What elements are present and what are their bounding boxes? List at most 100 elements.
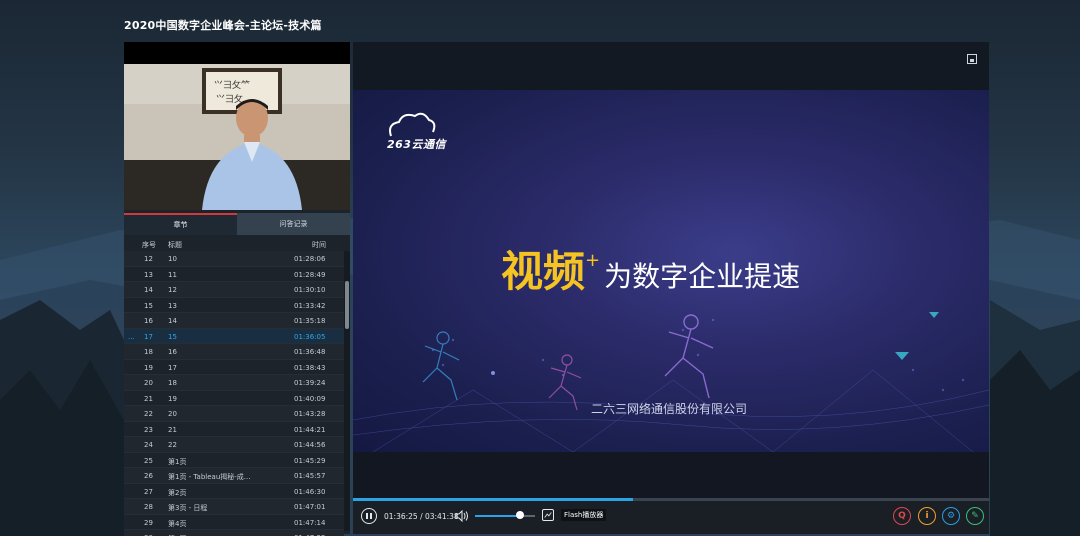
chapter-time: 01:40:09 bbox=[294, 394, 326, 403]
chapter-time: 01:43:28 bbox=[294, 410, 326, 418]
chapter-title: 第4页 bbox=[168, 519, 187, 528]
chapter-index: 18 bbox=[144, 348, 153, 356]
svg-text:⺍⺕⺙⺮: ⺍⺕⺙⺮ bbox=[214, 79, 250, 91]
current-time: 01:36:25 bbox=[384, 512, 418, 521]
settings-icon[interactable]: ⚙ bbox=[942, 507, 960, 525]
chapter-index: 29 bbox=[144, 518, 153, 527]
chapter-title: 14 bbox=[168, 317, 177, 325]
headline-video: 视频 bbox=[501, 247, 586, 296]
current-marker: ... bbox=[128, 332, 135, 341]
chapter-title: 22 bbox=[168, 441, 177, 449]
player-controls: 01:36:25 / 03:41:38 Flash播放器 Q i ⚙ ✎ bbox=[353, 501, 989, 534]
scrollbar-thumb[interactable] bbox=[345, 281, 349, 329]
chapter-row[interactable]: 29 第4页 01:47:14 bbox=[124, 515, 344, 530]
chapter-row[interactable]: 30第5页01:47:22 bbox=[124, 530, 344, 536]
edit-icon[interactable]: ✎ bbox=[966, 507, 984, 525]
chapter-index: 25 bbox=[144, 456, 153, 465]
chapter-row[interactable]: 24 22 01:44:56 bbox=[124, 437, 344, 453]
chapter-row[interactable]: ... 17 15 01:36:05 bbox=[124, 328, 344, 344]
chapter-index: 27 bbox=[144, 487, 153, 496]
video-top-bar bbox=[353, 42, 989, 90]
header-title: 标题 bbox=[168, 241, 182, 249]
page-title: 2020中国数字企业峰会-主论坛-技术篇 bbox=[124, 19, 322, 32]
video-player: 263云通信 视频+ 为数字企业提速 二六三网络通信股份有限公司 01:36:25… bbox=[353, 42, 989, 534]
playback-time: 01:36:25 / 03:41:38 bbox=[384, 512, 459, 521]
speaker-camera-feed: ⺍⺕⺙⺮ ⺍⺕⺙ bbox=[124, 42, 350, 210]
chapter-row[interactable]: 22 20 01:43:28 bbox=[124, 406, 344, 422]
speaker-image: ⺍⺕⺙⺮ ⺍⺕⺙ bbox=[124, 42, 350, 210]
svg-text:⺍⺕⺙: ⺍⺕⺙ bbox=[216, 93, 243, 105]
chapter-time: 01:36:48 bbox=[294, 348, 326, 356]
chapter-time: 01:35:18 bbox=[294, 317, 326, 325]
volume-fill bbox=[475, 515, 520, 517]
chapter-index: 24 bbox=[144, 441, 153, 449]
chapter-index: 23 bbox=[144, 425, 153, 434]
chapter-title: 11 bbox=[168, 270, 177, 279]
chapter-time: 01:45:57 bbox=[294, 472, 326, 480]
chapter-row[interactable]: 16 14 01:35:18 bbox=[124, 313, 344, 329]
chapter-row[interactable]: 25 第1页 01:45:29 bbox=[124, 453, 344, 468]
chapter-row[interactable]: 23 21 01:44:21 bbox=[124, 422, 344, 437]
headline-rest: 为数字企业提速 bbox=[604, 260, 801, 293]
left-panel: ⺍⺕⺙⺮ ⺍⺕⺙ 章节 问答记录 序号 标题 时间 12 10 01:28:06 13… bbox=[124, 42, 350, 536]
chapter-time: 01:28:49 bbox=[294, 270, 326, 279]
chapter-title: 16 bbox=[168, 348, 177, 356]
header-time: 时间 bbox=[312, 241, 326, 249]
chapter-time: 01:45:29 bbox=[294, 456, 326, 465]
question-icon[interactable]: Q bbox=[893, 507, 911, 525]
panel-tabs: 章节 问答记录 bbox=[124, 213, 350, 235]
chapter-list: 12 10 01:28:06 13 11 01:28:49 14 12 01:30:10 15 13… bbox=[124, 251, 344, 536]
tab-chapters[interactable]: 章节 bbox=[124, 213, 237, 235]
chapter-time: 01:47:01 bbox=[294, 503, 326, 511]
chapter-row[interactable]: 18 16 01:36:48 bbox=[124, 344, 344, 360]
chapter-row[interactable]: 12 10 01:28:06 bbox=[124, 251, 344, 267]
chapter-title: 第1页 - Tableau揭秘-成... bbox=[168, 473, 251, 481]
chapter-row[interactable]: 28 第3页 - 日程 01:47:01 bbox=[124, 499, 344, 515]
chapter-row[interactable]: 14 12 01:30:10 bbox=[124, 282, 344, 298]
chapter-title: 第3页 - 日程 bbox=[168, 504, 208, 512]
chapter-index: 21 bbox=[144, 394, 153, 403]
chapter-time: 01:38:43 bbox=[294, 363, 326, 372]
chapter-row[interactable]: 27 第2页 01:46:30 bbox=[124, 484, 344, 499]
flash-player-button[interactable]: Flash播放器 bbox=[561, 509, 607, 521]
chapter-row[interactable]: 19 17 01:38:43 bbox=[124, 360, 344, 375]
chapter-index: 17 bbox=[144, 332, 153, 341]
chapter-title: 13 bbox=[168, 301, 177, 310]
chapter-index: 16 bbox=[144, 317, 153, 325]
info-icon[interactable]: i bbox=[918, 507, 936, 525]
quality-icon[interactable] bbox=[542, 509, 554, 521]
chapter-index: 20 bbox=[144, 379, 153, 387]
list-scrollbar[interactable] bbox=[344, 251, 350, 531]
chapter-index: 14 bbox=[144, 286, 153, 294]
chapter-row[interactable]: 21 19 01:40:09 bbox=[124, 391, 344, 406]
volume-slider[interactable] bbox=[475, 515, 535, 517]
chapter-time: 01:28:06 bbox=[294, 255, 326, 263]
slide-headline: 视频+ 为数字企业提速 bbox=[501, 238, 800, 299]
chapter-row[interactable]: 26 第1页 - Tableau揭秘-成... 01:45:57 bbox=[124, 468, 344, 484]
volume-icon[interactable] bbox=[455, 510, 469, 522]
presentation-slide: 263云通信 视频+ 为数字企业提速 二六三网络通信股份有限公司 bbox=[353, 90, 989, 452]
volume-knob[interactable] bbox=[516, 511, 524, 519]
chapter-title: 19 bbox=[168, 394, 177, 403]
fullscreen-icon[interactable] bbox=[967, 54, 977, 64]
tab-qa-records[interactable]: 问答记录 bbox=[237, 213, 350, 235]
chapter-time: 01:36:05 bbox=[294, 332, 326, 341]
chapter-title: 20 bbox=[168, 410, 177, 418]
total-time: 03:41:38 bbox=[424, 512, 459, 521]
chapter-title: 21 bbox=[168, 425, 177, 434]
chapter-title: 12 bbox=[168, 286, 177, 294]
chapter-time: 01:44:56 bbox=[294, 441, 326, 449]
chapter-title: 15 bbox=[168, 332, 177, 341]
headline-plus: + bbox=[585, 250, 601, 271]
chapter-title: 10 bbox=[168, 255, 177, 263]
time-separator: / bbox=[417, 512, 425, 521]
chapter-row[interactable]: 20 18 01:39:24 bbox=[124, 375, 344, 391]
chapter-time: 01:33:42 bbox=[294, 301, 326, 310]
pause-icon[interactable] bbox=[361, 508, 377, 524]
chapter-row[interactable]: 13 11 01:28:49 bbox=[124, 267, 344, 282]
chapter-index: 19 bbox=[144, 363, 153, 372]
chapter-index: 15 bbox=[144, 301, 153, 310]
chapter-row[interactable]: 15 13 01:33:42 bbox=[124, 298, 344, 313]
263-logo: 263云通信 bbox=[387, 138, 446, 151]
chapter-index: 13 bbox=[144, 270, 153, 279]
